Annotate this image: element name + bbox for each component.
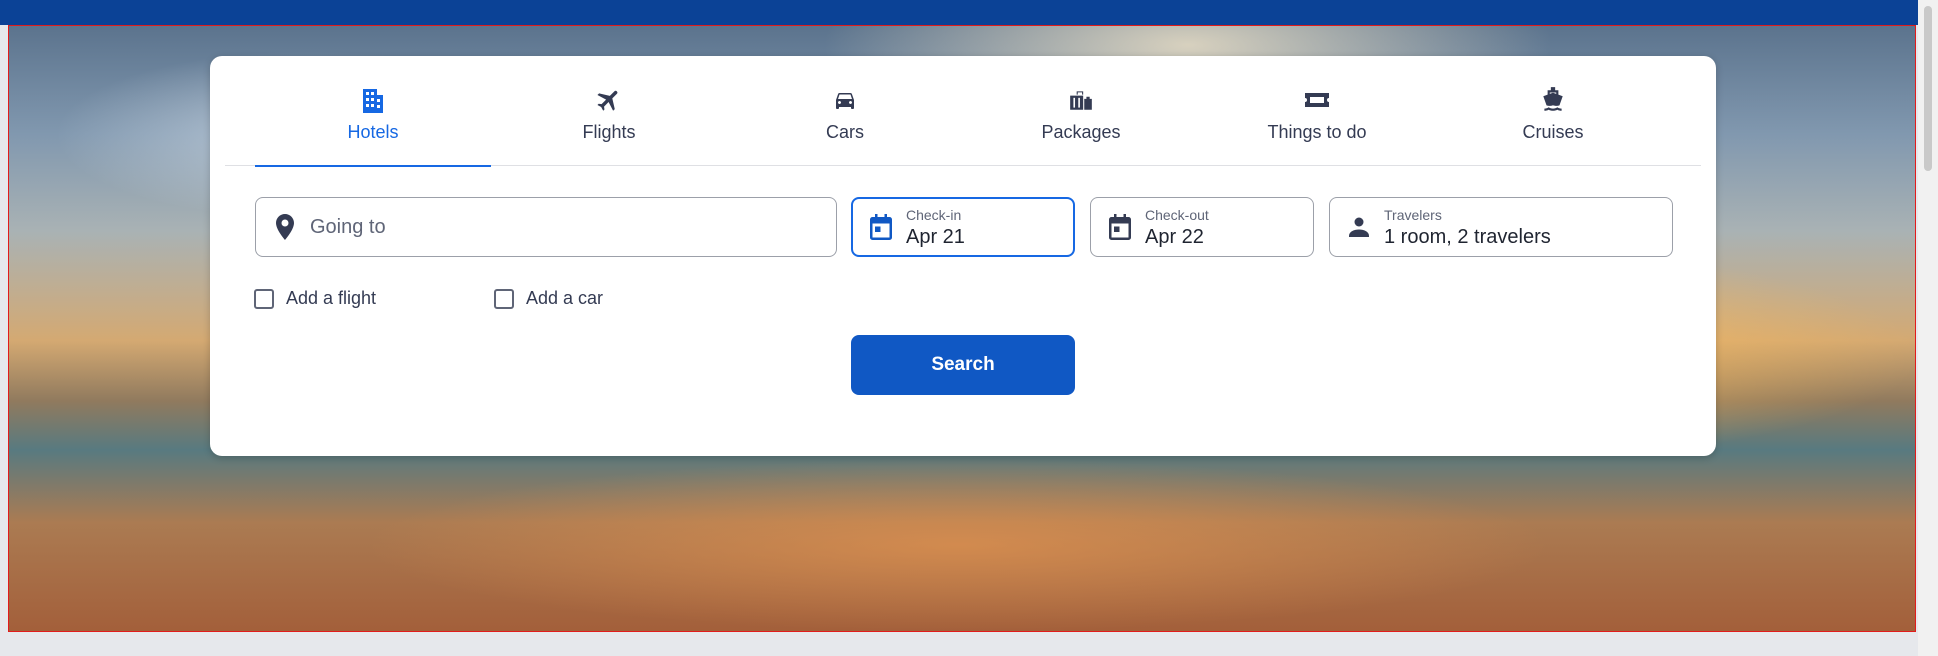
ticket-icon: [1303, 86, 1331, 114]
luggage-icon: [1067, 86, 1095, 114]
car-icon: [831, 86, 859, 114]
person-icon: [1346, 214, 1372, 240]
checkout-value: Apr 22: [1145, 226, 1204, 248]
checkin-date-field[interactable]: Check-in Apr 21: [851, 197, 1075, 257]
checkout-date-field[interactable]: Check-out Apr 22: [1090, 197, 1314, 257]
ship-icon: [1539, 86, 1567, 114]
travelers-field[interactable]: Travelers 1 room, 2 travelers: [1329, 197, 1673, 257]
tab-things-to-do[interactable]: Things to do: [1199, 56, 1435, 166]
calendar-icon: [868, 214, 894, 240]
map-pin-icon: [272, 214, 298, 240]
add-car-label: Add a car: [526, 288, 604, 308]
tab-hotels[interactable]: Hotels: [255, 56, 491, 167]
tab-label: Hotels: [347, 122, 399, 142]
tab-label: Packages: [1041, 122, 1121, 142]
tab-cruises[interactable]: Cruises: [1435, 56, 1671, 166]
add-car-checkbox[interactable]: Add a car: [494, 288, 603, 309]
destination-input[interactable]: Going to: [255, 197, 837, 257]
top-header-bar: [0, 0, 1918, 25]
search-form-card: Hotels Flights Cars Packages Things to d…: [210, 56, 1716, 456]
checkbox-box[interactable]: [254, 288, 274, 309]
tab-label: Cars: [825, 122, 864, 142]
checkout-label: Check-out: [1145, 207, 1209, 223]
travelers-label: Travelers: [1384, 207, 1442, 223]
tab-packages[interactable]: Packages: [963, 56, 1199, 166]
tab-cars[interactable]: Cars: [727, 56, 963, 166]
destination-placeholder: Going to: [310, 216, 386, 238]
calendar-icon: [1107, 214, 1133, 240]
search-button[interactable]: Search: [851, 335, 1075, 395]
checkin-label: Check-in: [906, 207, 962, 223]
scrollbar-thumb[interactable]: [1924, 6, 1932, 171]
travelers-value: 1 room, 2 travelers: [1384, 226, 1551, 248]
checkbox-box[interactable]: [494, 288, 514, 309]
tab-label: Flights: [582, 122, 636, 142]
tab-label: Cruises: [1522, 122, 1584, 142]
search-type-tabs: Hotels Flights Cars Packages Things to d…: [225, 56, 1701, 167]
tab-flights[interactable]: Flights: [491, 56, 727, 166]
hotel-icon: [359, 86, 387, 114]
add-flight-checkbox[interactable]: Add a flight: [254, 288, 376, 309]
plane-icon: [595, 86, 623, 114]
checkin-value: Apr 21: [906, 226, 965, 248]
tab-label: Things to do: [1267, 122, 1367, 142]
add-flight-label: Add a flight: [286, 288, 377, 308]
